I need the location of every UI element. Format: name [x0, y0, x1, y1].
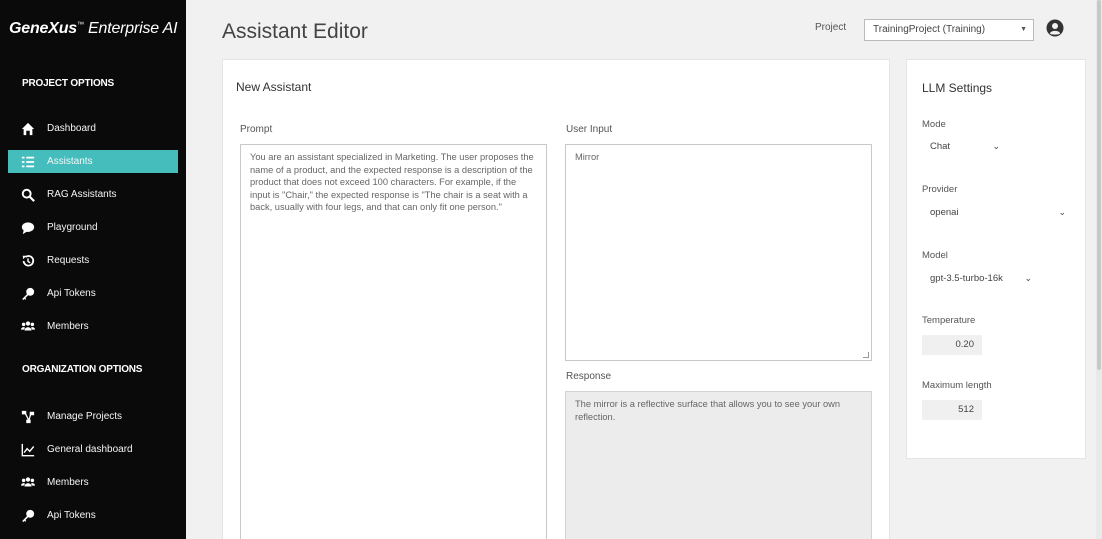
- sidebar-item-org-api-tokens[interactable]: Api Tokens: [8, 504, 178, 527]
- user-input-text: Mirror: [575, 152, 600, 162]
- chevron-down-icon: ⌄: [1024, 273, 1032, 283]
- sidebar-item-label: Playground: [47, 222, 98, 233]
- chat-icon: [20, 220, 36, 236]
- resize-handle[interactable]: [863, 352, 869, 358]
- mode-label: Mode: [922, 119, 946, 130]
- sidebar-item-requests[interactable]: Requests: [8, 249, 178, 272]
- chevron-down-icon: ⌄: [1058, 207, 1066, 217]
- chevron-down-icon: ⌄: [992, 141, 1000, 151]
- temperature-label: Temperature: [922, 315, 976, 326]
- prompt-label: Prompt: [240, 124, 273, 135]
- sidebar-item-label: Dashboard: [47, 123, 96, 134]
- sidebar-item-org-members[interactable]: Members: [8, 471, 178, 494]
- key-icon: [20, 286, 36, 302]
- provider-value: openai: [930, 207, 959, 218]
- llm-settings-title: LLM Settings: [922, 81, 993, 95]
- project-label: Project: [815, 22, 847, 33]
- response-label: Response: [566, 371, 612, 382]
- prompt-text: You are an assistant specialized in Mark…: [250, 152, 534, 213]
- card-title: New Assistant: [236, 80, 312, 94]
- sidebar-item-assistants[interactable]: Assistants: [8, 150, 178, 173]
- user-account-icon[interactable]: [1046, 19, 1064, 37]
- page-scrollbar[interactable]: [1096, 0, 1102, 539]
- sidebar-item-label: Members: [47, 321, 89, 332]
- model-value: gpt-3.5-turbo-16k: [930, 273, 1003, 284]
- list-icon: [20, 154, 36, 170]
- sidebar-item-manage-projects[interactable]: Manage Projects: [8, 405, 178, 428]
- model-select[interactable]: gpt-3.5-turbo-16k ⌄: [922, 270, 1038, 290]
- users-icon: [20, 475, 36, 491]
- page-title: Assistant Editor: [222, 20, 368, 43]
- search-icon: [20, 187, 36, 203]
- project-select-value: TrainingProject (Training): [873, 24, 986, 35]
- sidebar-item-members[interactable]: Members: [8, 315, 178, 338]
- sidebar-item-label: Manage Projects: [47, 411, 123, 422]
- sidebar-item-label: Api Tokens: [47, 510, 96, 521]
- sidebar-item-api-tokens[interactable]: Api Tokens: [8, 282, 178, 305]
- brand-logo[interactable]: GeneXus™ Enterprise AI: [9, 20, 178, 38]
- response-textarea: The mirror is a reflective surface that …: [565, 391, 872, 539]
- sidebar-item-label: General dashboard: [47, 444, 133, 455]
- response-text: The mirror is a reflective surface that …: [575, 399, 841, 422]
- mode-select[interactable]: Chat ⌄: [922, 138, 1006, 158]
- project-select[interactable]: TrainingProject (Training) ▼: [864, 19, 1034, 41]
- provider-label: Provider: [922, 184, 958, 195]
- sitemap-icon: [20, 409, 36, 425]
- mode-value: Chat: [930, 141, 951, 152]
- user-input-textarea[interactable]: Mirror: [565, 144, 872, 361]
- history-icon: [20, 253, 36, 269]
- model-label: Model: [922, 250, 948, 261]
- sidebar-item-label: Assistants: [47, 156, 93, 167]
- home-icon: [20, 121, 36, 137]
- sidebar-item-playground[interactable]: Playground: [8, 216, 178, 239]
- max-length-input[interactable]: 512: [922, 400, 982, 420]
- temperature-input[interactable]: 0.20: [922, 335, 982, 355]
- user-input-label: User Input: [566, 124, 613, 135]
- sidebar-item-general-dashboard[interactable]: General dashboard: [8, 438, 178, 461]
- organization-options-heading: ORGANIZATION OPTIONS: [22, 364, 143, 375]
- prompt-textarea[interactable]: You are an assistant specialized in Mark…: [240, 144, 547, 539]
- sidebar-item-label: RAG Assistants: [47, 189, 117, 200]
- sidebar-item-label: Members: [47, 477, 89, 488]
- scrollbar-thumb[interactable]: [1097, 0, 1101, 370]
- chart-line-icon: [20, 442, 36, 458]
- sidebar-item-rag-assistants[interactable]: RAG Assistants: [8, 183, 178, 206]
- sidebar-item-label: Requests: [47, 255, 90, 266]
- sidebar: GeneXus™ Enterprise AI PROJECT OPTIONS D…: [0, 0, 186, 539]
- caret-down-icon: ▼: [1020, 26, 1027, 33]
- sidebar-item-label: Api Tokens: [47, 288, 96, 299]
- sidebar-item-dashboard[interactable]: Dashboard: [8, 117, 178, 140]
- key-icon: [20, 508, 36, 524]
- max-length-label: Maximum length: [922, 380, 992, 391]
- users-icon: [20, 319, 36, 335]
- provider-select[interactable]: openai ⌄: [922, 204, 1072, 224]
- project-options-heading: PROJECT OPTIONS: [22, 78, 115, 89]
